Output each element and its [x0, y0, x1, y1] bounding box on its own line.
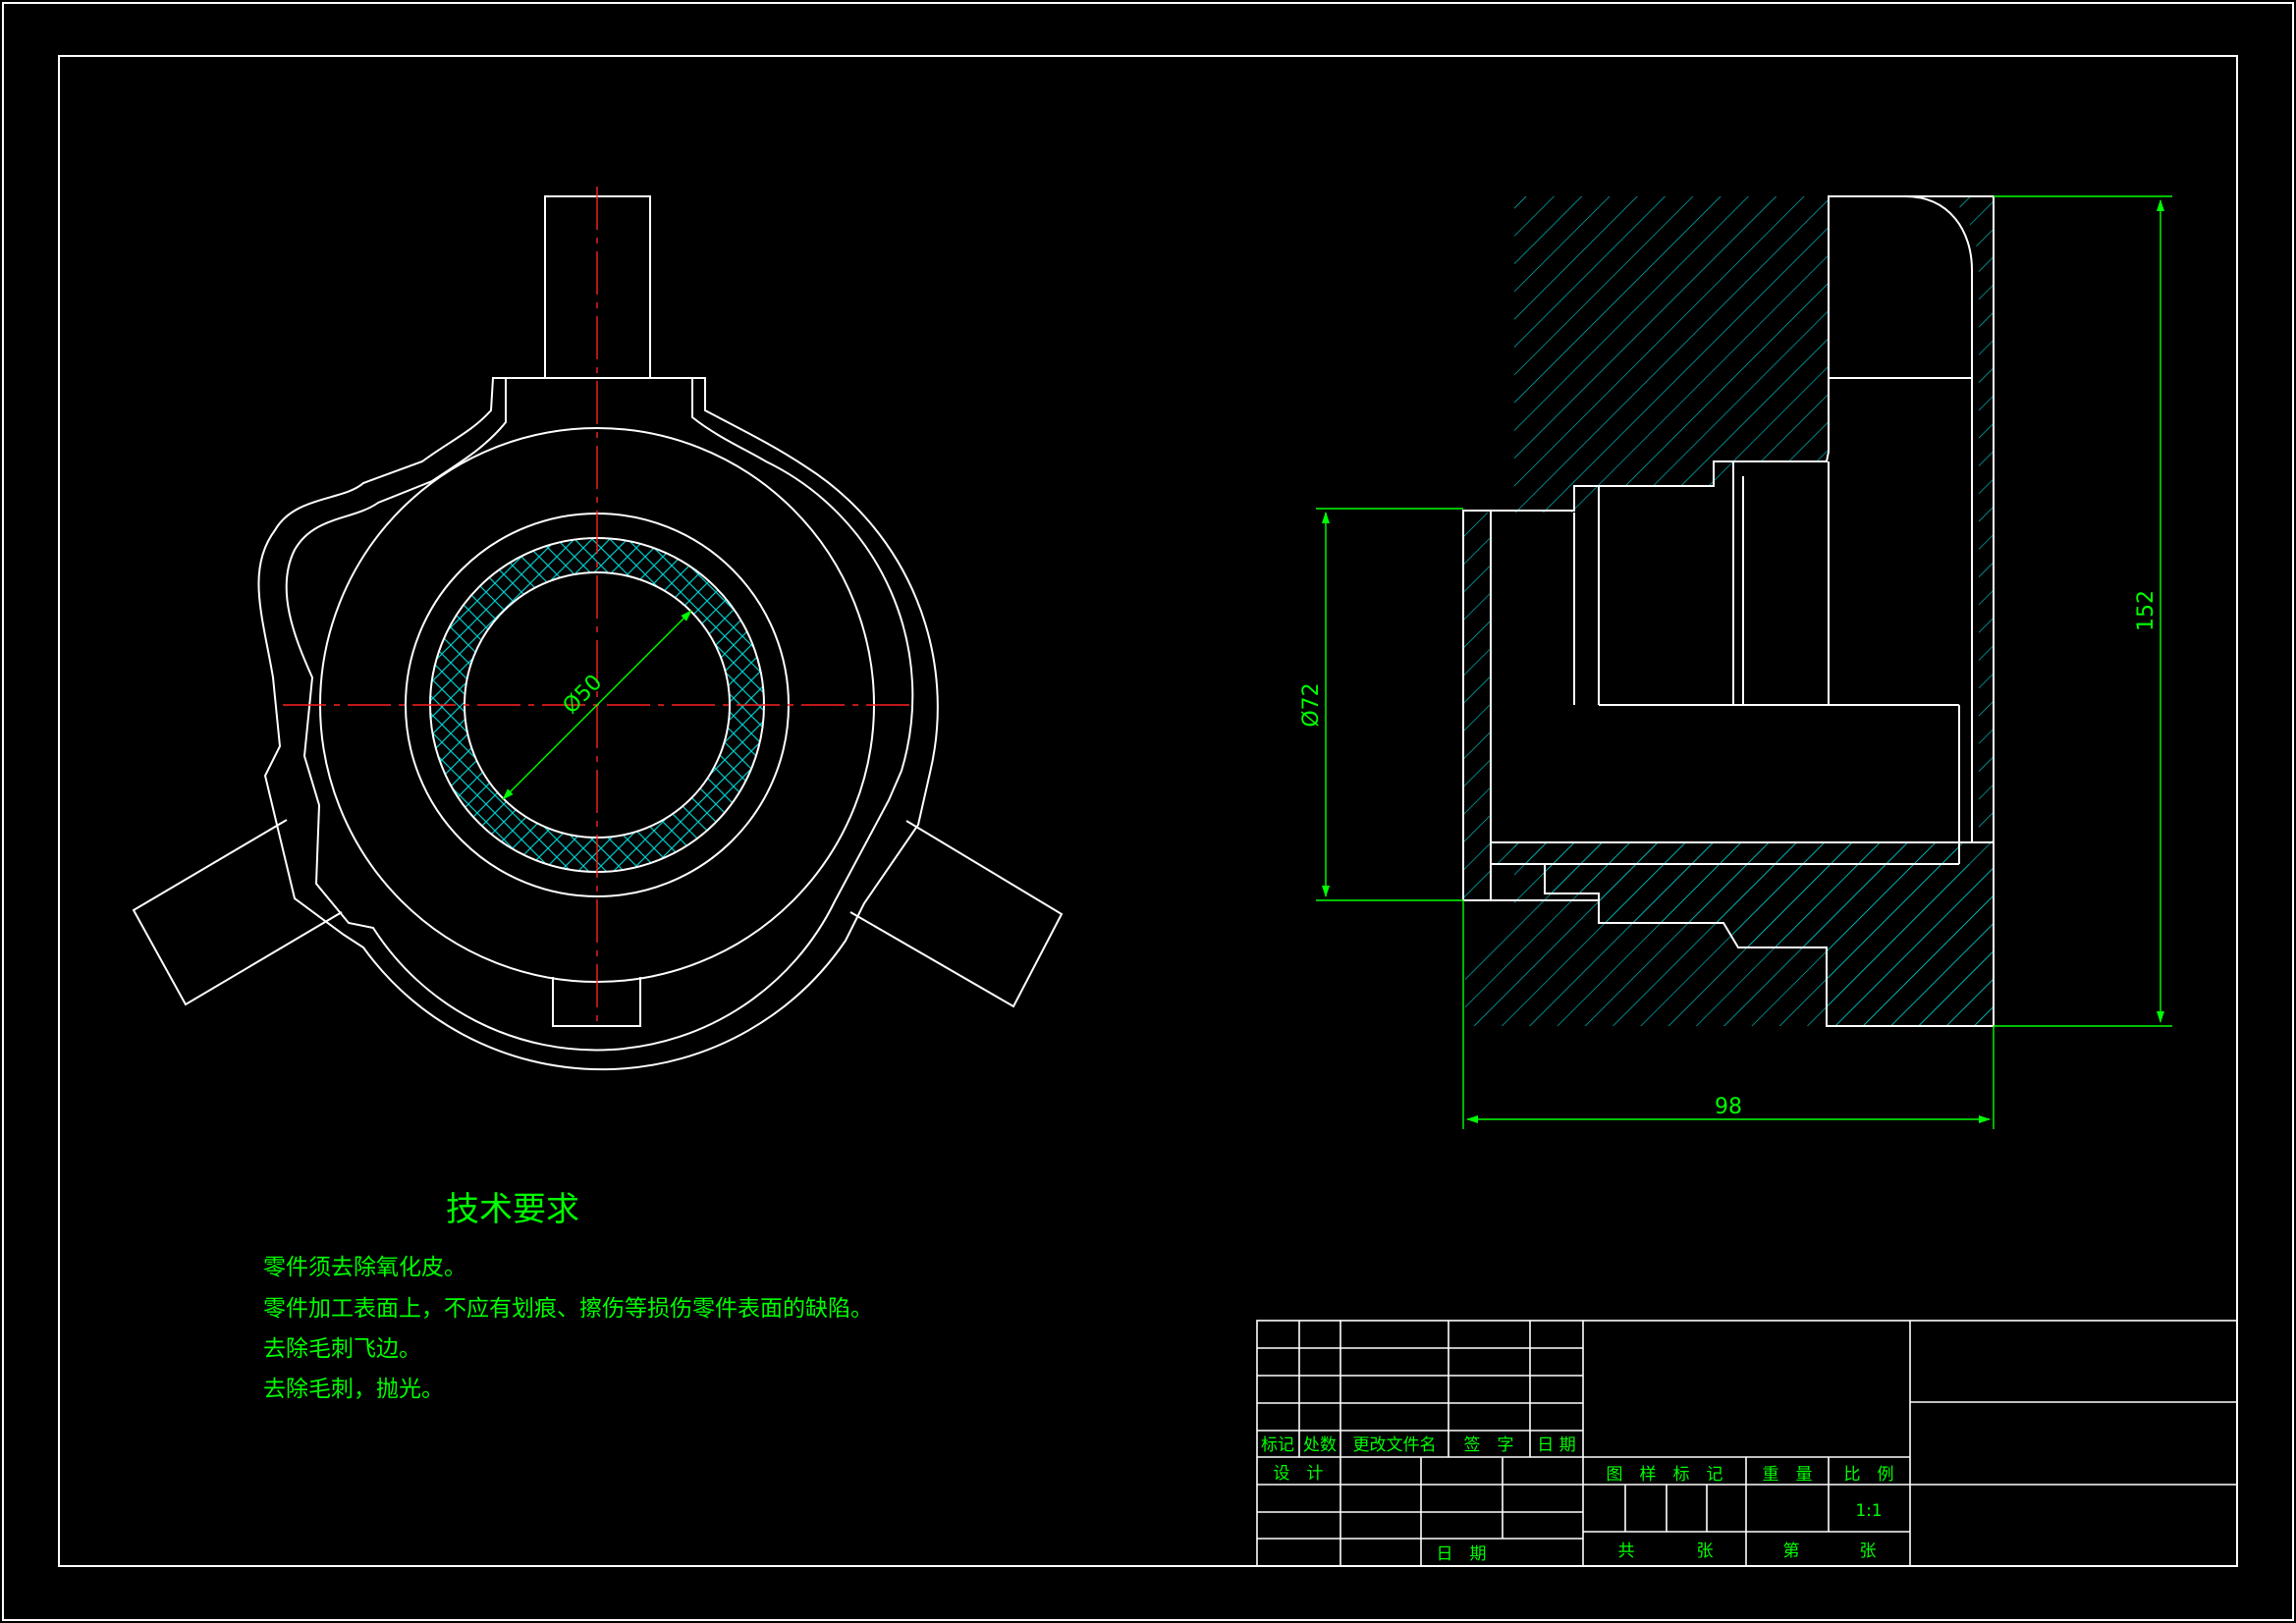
title-block-text: 标记 处数 更改文件名 签 字 日 期 设 计 日 期 图 样 标 记 重 量 …	[1261, 1435, 1894, 1564]
tech-requirements: 技术要求 零件须去除氧化皮。 零件加工表面上，不应有划痕、擦伤等损伤零件表面的缺…	[263, 1190, 873, 1402]
dim-text-152: 152	[2134, 590, 2159, 631]
tb-label-sheet-no: 第	[1783, 1542, 1800, 1561]
tb-label-drawing-mark: 图 样 标 记	[1607, 1465, 1723, 1485]
tb-scale-value: 1:1	[1855, 1501, 1882, 1521]
body-outer-contour	[257, 377, 939, 1071]
tb-label-weight: 重 量	[1763, 1465, 1813, 1485]
tb-label-sign: 签 字	[1464, 1435, 1514, 1455]
hatch-shaft-bottom	[1491, 842, 1959, 864]
tb-label-date-bottom: 日 期	[1437, 1544, 1487, 1564]
dim-text-98: 98	[1715, 1095, 1742, 1119]
tech-item: 去除毛刺，抛光。	[263, 1377, 444, 1402]
tb-label-sheets: 张	[1697, 1542, 1714, 1561]
tb-label-total: 共	[1618, 1542, 1635, 1561]
tb-label-sheet-no-suffix: 张	[1860, 1542, 1877, 1561]
dim-text-d50: Ø50	[559, 671, 608, 720]
tech-item: 零件加工表面上，不应有划痕、擦伤等损伤零件表面的缺陷。	[263, 1296, 873, 1322]
tech-item: 零件须去除氧化皮。	[263, 1255, 466, 1280]
engineering-drawing: Ø50 152 Ø72 98 技术要求 零件须去除氧化皮。 零件加工表面上，不应…	[2, 2, 2294, 1621]
tb-label-scale: 比 例	[1844, 1465, 1894, 1485]
tb-label-mark: 标记	[1261, 1435, 1294, 1455]
tb-label-date: 日 期	[1537, 1435, 1575, 1455]
front-view: Ø50	[132, 187, 1064, 1071]
tech-item: 去除毛刺飞边。	[263, 1336, 421, 1362]
hatch-sleeve	[1463, 513, 1491, 898]
body-inner-contour	[285, 377, 914, 1052]
left-arm	[132, 819, 343, 1006]
dim-text-d72: Ø72	[1299, 682, 1324, 727]
tb-label-design: 设 计	[1274, 1464, 1324, 1484]
section-view: 152 Ø72 98	[1299, 195, 2172, 1129]
tech-title: 技术要求	[446, 1190, 579, 1229]
right-arm	[849, 820, 1064, 1008]
tb-label-count: 处数	[1303, 1435, 1337, 1455]
tb-label-doc: 更改文件名	[1353, 1435, 1437, 1455]
